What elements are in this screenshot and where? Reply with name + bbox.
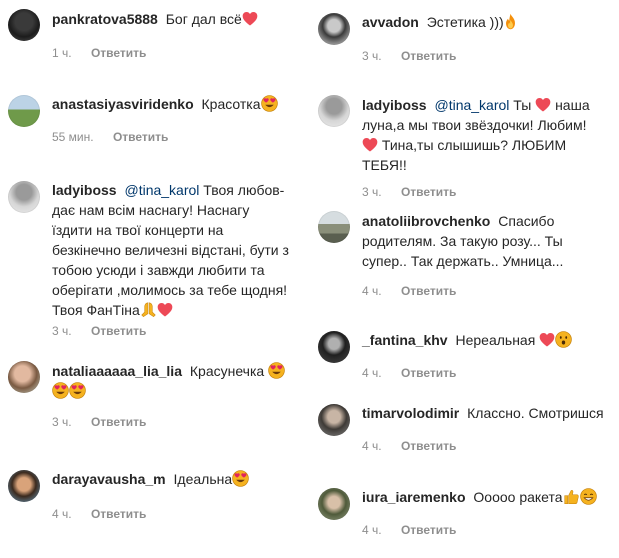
comment-time: 3 ч. [52, 324, 72, 338]
comment-time: 3 ч. [52, 415, 72, 429]
avatar[interactable] [8, 470, 40, 502]
avatar[interactable] [8, 95, 40, 127]
comment-text: Ідеальна [173, 471, 233, 487]
heart-eyes-emoji-icon [69, 382, 86, 399]
avatar[interactable] [318, 95, 350, 127]
comment-time: 4 ч. [362, 439, 382, 453]
comment-text: Ооооо ракета [473, 489, 563, 505]
reply-button[interactable]: Ответить [401, 439, 456, 453]
red-heart-icon [157, 302, 173, 317]
comment-username[interactable]: avvadon [362, 14, 419, 30]
comment-username[interactable]: nataliaaaaaa_lia_lia [52, 363, 182, 379]
avatar[interactable] [318, 488, 350, 520]
heart-eyes-emoji-icon [232, 470, 249, 487]
red-heart-icon [535, 97, 551, 112]
reply-button[interactable]: Ответить [91, 507, 146, 521]
comment-time: 4 ч. [362, 284, 382, 298]
grinning-face-emoji-icon [580, 488, 597, 505]
thumbs-up-emoji-icon [563, 488, 580, 505]
comment-text: Бог дал всё [165, 11, 242, 27]
comment-text: Классно. Смотришся [467, 405, 604, 421]
comment-text: Тина,ты слышишь? ЛЮБИМ ТЕБЯ!! [362, 137, 567, 173]
comment-time: 4 ч. [362, 366, 382, 380]
mention-link[interactable]: @tina_karol [124, 182, 199, 198]
avatar[interactable] [318, 331, 350, 363]
red-heart-icon [362, 137, 378, 152]
avatar[interactable] [318, 13, 350, 45]
comment-username[interactable]: pankratova5888 [52, 11, 158, 27]
reply-button[interactable]: Ответить [401, 366, 456, 380]
reply-button[interactable]: Ответить [91, 46, 146, 60]
comment-username[interactable]: anatoliibrovchenko [362, 213, 490, 229]
avatar[interactable] [8, 181, 40, 213]
avatar[interactable] [318, 404, 350, 436]
comment-text: Нереальная [455, 332, 536, 348]
comment-time: 4 ч. [362, 523, 382, 537]
comment-username[interactable]: _fantina_khv [362, 332, 448, 348]
comment-text: Твоя любов- дає нам всім наснагу! Наснаг… [52, 182, 289, 318]
reply-button[interactable]: Ответить [401, 523, 456, 537]
reply-button[interactable]: Ответить [401, 185, 456, 199]
comment-text: Красунечка [189, 363, 265, 379]
comment-username[interactable]: iura_iaremenko [362, 489, 466, 505]
fire-emoji-icon [504, 13, 517, 30]
reply-button[interactable]: Ответить [91, 415, 146, 429]
comment-time: 3 ч. [362, 185, 382, 199]
comment-username[interactable]: timarvolodimir [362, 405, 459, 421]
reply-button[interactable]: Ответить [401, 284, 456, 298]
heart-eyes-emoji-icon [52, 382, 69, 399]
avatar[interactable] [8, 9, 40, 41]
comment-username[interactable]: anastasiyasviridenko [52, 96, 194, 112]
avatar[interactable] [318, 211, 350, 243]
comment-username[interactable]: darayavausha_m [52, 471, 166, 487]
comment-text: Красотка [201, 96, 261, 112]
comment-text: Ты [513, 97, 532, 113]
comment-time: 3 ч. [362, 49, 382, 63]
avatar[interactable] [8, 361, 40, 393]
comment-text: Эстетика ))) [426, 14, 504, 30]
reply-button[interactable]: Ответить [113, 130, 168, 144]
comment-username[interactable]: ladyiboss [362, 97, 427, 113]
heart-eyes-emoji-icon [261, 95, 278, 112]
comment-time: 1 ч. [52, 46, 72, 60]
heart-eyes-emoji-icon [268, 362, 285, 379]
mention-link[interactable]: @tina_karol [434, 97, 509, 113]
comment-time: 4 ч. [52, 507, 72, 521]
red-heart-icon [539, 332, 555, 347]
pray-emoji-icon [140, 301, 157, 318]
comment-time: 55 мин. [52, 130, 94, 144]
hushed-face-emoji-icon [555, 331, 572, 348]
reply-button[interactable]: Ответить [91, 324, 146, 338]
reply-button[interactable]: Ответить [401, 49, 456, 63]
comment-username[interactable]: ladyiboss [52, 182, 117, 198]
red-heart-icon [242, 11, 258, 26]
